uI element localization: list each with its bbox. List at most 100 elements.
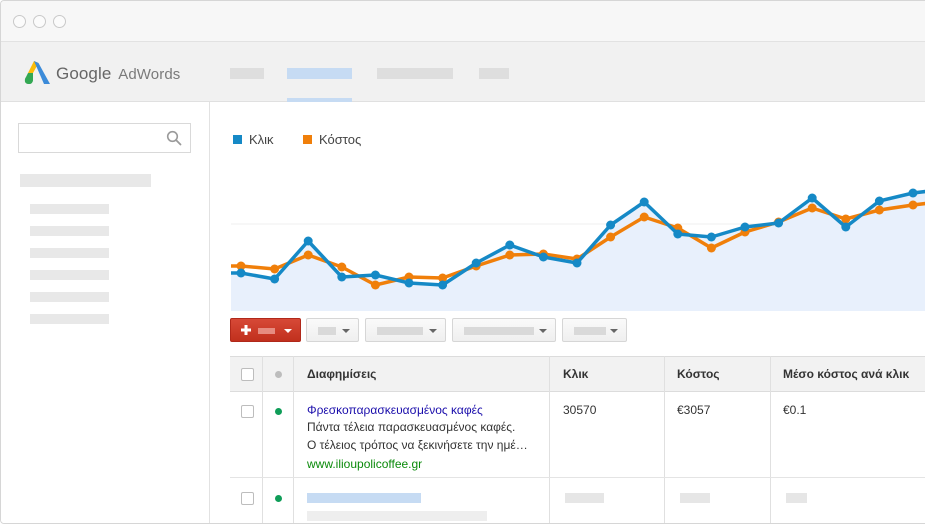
clicks-point[interactable]: [774, 218, 784, 228]
status-enabled-icon[interactable]: [275, 495, 282, 502]
clicks-point[interactable]: [841, 222, 851, 232]
sidebar-item-3[interactable]: [30, 248, 109, 258]
cost-point[interactable]: [505, 250, 515, 260]
clicks-point[interactable]: [337, 272, 347, 282]
nav-tab-2-active[interactable]: [287, 68, 352, 79]
dropdown-1-label: [318, 327, 336, 335]
clicks-point[interactable]: [538, 252, 548, 262]
column-header-ads[interactable]: Διαφημίσεις: [307, 357, 376, 392]
dropdown-3-label: [464, 327, 534, 335]
clicks-point[interactable]: [606, 220, 616, 230]
chevron-down-icon: [284, 329, 292, 333]
search-input[interactable]: [18, 123, 191, 153]
sidebar-item-2[interactable]: [30, 226, 109, 236]
clicks-point[interactable]: [236, 268, 246, 278]
clicks-point[interactable]: [639, 197, 649, 207]
toolbar-dropdown-3[interactable]: [452, 318, 556, 342]
clicks-point[interactable]: [572, 258, 582, 268]
clicks-point[interactable]: [471, 258, 481, 268]
chevron-down-icon: [610, 329, 618, 333]
adwords-logo-icon: [24, 61, 50, 84]
cost-point[interactable]: [908, 200, 918, 210]
brand-name: Google AdWords: [56, 64, 180, 84]
clicks-point[interactable]: [908, 188, 918, 198]
dropdown-4-label: [574, 327, 606, 335]
dropdown-2-label: [377, 327, 423, 335]
close-window-button[interactable]: [13, 15, 26, 28]
status-enabled-icon[interactable]: [275, 408, 282, 415]
cost-point[interactable]: [706, 243, 716, 253]
minimize-window-button[interactable]: [33, 15, 46, 28]
legend-swatch-clicks: [233, 135, 242, 144]
ads-table: Διαφημίσεις Κλικ Κόστος Μέσο κόστος ανά …: [230, 356, 925, 523]
toolbar-dropdown-4[interactable]: [562, 318, 627, 342]
toolbar-dropdown-2[interactable]: [365, 318, 446, 342]
plus-icon: [241, 325, 251, 335]
ad-description-placeholder: [307, 511, 487, 521]
ad-display-url: www.ilioupolicoffee.gr: [307, 457, 423, 471]
clicks-point[interactable]: [303, 236, 313, 246]
clicks-point[interactable]: [673, 229, 683, 239]
clicks-placeholder: [565, 493, 604, 503]
browser-window: Google AdWords Κλικ Κόστος Διαφημίσεις Κ…: [0, 0, 925, 524]
cost-point[interactable]: [370, 280, 380, 290]
chevron-down-icon: [429, 329, 437, 333]
cost-point[interactable]: [874, 205, 884, 215]
active-tab-indicator: [287, 98, 352, 102]
cost-point[interactable]: [270, 264, 280, 274]
clicks-point[interactable]: [370, 270, 380, 280]
search-icon[interactable]: [166, 130, 182, 146]
clicks-point[interactable]: [404, 278, 414, 288]
clicks-point[interactable]: [740, 222, 750, 232]
table-row[interactable]: Φρεσκοπαρασκευασμένος καφές Πάντα τέλεια…: [230, 392, 925, 478]
sidebar-item-5[interactable]: [30, 292, 109, 302]
sidebar-item-6[interactable]: [30, 314, 109, 324]
cost-point[interactable]: [639, 212, 649, 222]
chevron-down-icon: [539, 329, 547, 333]
row-checkbox[interactable]: [241, 492, 254, 505]
table-row[interactable]: [230, 478, 925, 523]
clicks-point[interactable]: [874, 196, 884, 206]
row-checkbox[interactable]: [241, 405, 254, 418]
nav-tab-3[interactable]: [377, 68, 453, 79]
legend-item-clicks[interactable]: Κλικ: [233, 132, 274, 147]
chevron-down-icon: [342, 329, 350, 333]
column-header-clicks[interactable]: Κλικ: [563, 357, 588, 392]
nav-tab-1[interactable]: [230, 68, 264, 79]
brand-product: AdWords: [118, 66, 181, 83]
ad-headline-placeholder[interactable]: [307, 493, 421, 503]
sidebar-item-1[interactable]: [30, 204, 109, 214]
cost-cell: €3057: [677, 403, 711, 417]
legend-swatch-cost: [303, 135, 312, 144]
maximize-window-button[interactable]: [53, 15, 66, 28]
cost-point[interactable]: [337, 262, 347, 272]
ad-description-line-2: Ο τέλειος τρόπος να ξεκινήσετε την ημέ…: [307, 438, 528, 452]
legend-item-cost[interactable]: Κόστος: [303, 132, 361, 147]
cost-point[interactable]: [606, 232, 616, 242]
column-header-cost[interactable]: Κόστος: [677, 357, 720, 392]
clicks-point[interactable]: [438, 280, 448, 290]
app-header: Google AdWords: [1, 42, 925, 102]
window-titlebar: [1, 1, 925, 42]
clicks-point[interactable]: [270, 274, 280, 284]
avg-cpc-cell: €0.1: [783, 403, 807, 417]
clicks-point[interactable]: [706, 232, 716, 242]
column-header-avg-cpc[interactable]: Μέσο κόστος ανά κλικ: [783, 357, 909, 392]
select-all-checkbox[interactable]: [241, 368, 254, 381]
avg-cpc-placeholder: [786, 493, 807, 503]
status-header-icon[interactable]: [275, 371, 282, 378]
cost-placeholder: [680, 493, 710, 503]
cost-point[interactable]: [303, 250, 313, 260]
ad-headline-link[interactable]: Φρεσκοπαρασκευασμένος καφές: [307, 403, 483, 417]
clicks-cell: 30570: [563, 403, 597, 417]
cost-point[interactable]: [807, 203, 817, 213]
sidebar-item-4[interactable]: [30, 270, 109, 280]
clicks-point[interactable]: [505, 240, 515, 250]
clicks-point[interactable]: [807, 193, 817, 203]
legend-label-clicks: Κλικ: [249, 132, 274, 147]
toolbar-dropdown-1[interactable]: [306, 318, 359, 342]
table-header: Διαφημίσεις Κλικ Κόστος Μέσο κόστος ανά …: [230, 356, 925, 392]
ad-description-line-1: Πάντα τέλεια παρασκευασμένος καφές.: [307, 420, 516, 434]
add-new-button[interactable]: [230, 318, 301, 342]
nav-tab-4[interactable]: [479, 68, 509, 79]
